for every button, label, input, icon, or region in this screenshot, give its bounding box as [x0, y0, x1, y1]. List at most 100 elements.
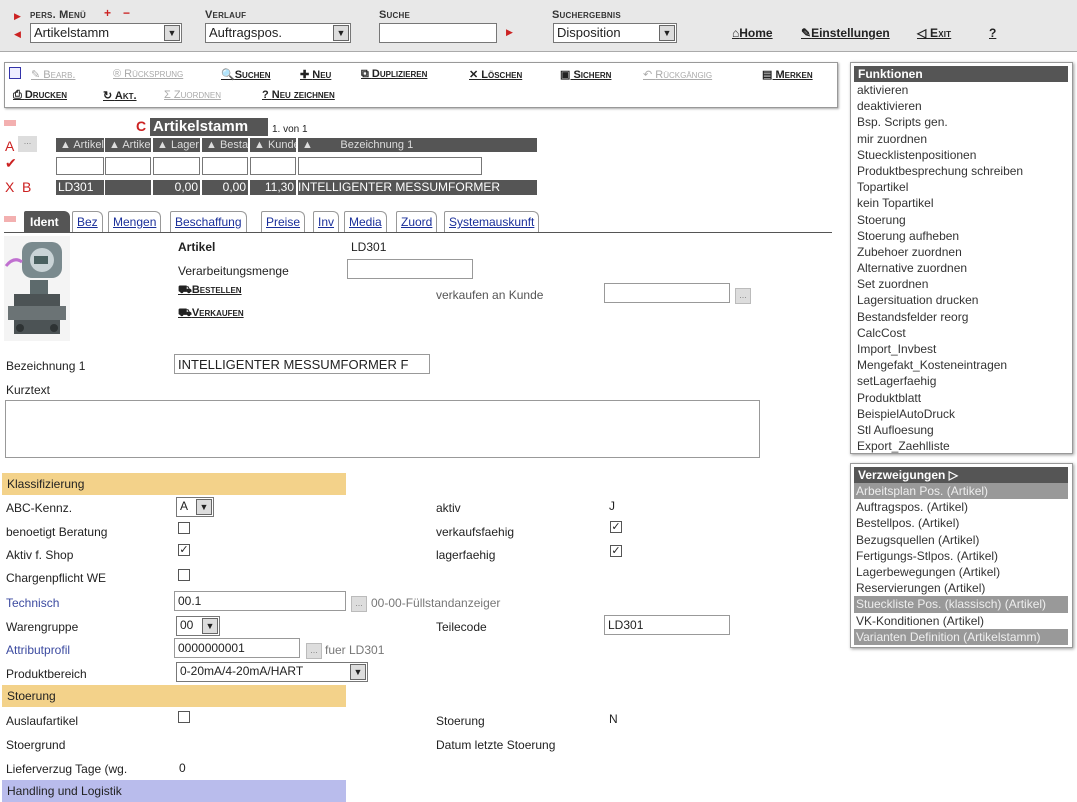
- funktion-item[interactable]: deaktivieren: [852, 98, 1072, 114]
- verzweigung-item[interactable]: Reservierungen (Artikel): [854, 580, 1068, 596]
- tab-media[interactable]: Media: [344, 211, 387, 232]
- filter-artikel2-input[interactable]: [105, 157, 151, 175]
- bearb-button[interactable]: ✎ Bearb.: [31, 68, 75, 81]
- technisch-label[interactable]: Technisch: [6, 596, 59, 610]
- tab-beschaffung[interactable]: Beschaffung: [170, 211, 247, 232]
- pers-menu-select[interactable]: Artikelstamm ▼: [30, 23, 182, 43]
- auslaufartikel-checkbox[interactable]: [178, 711, 190, 723]
- funktion-item[interactable]: Produktbesprechung schreiben: [852, 163, 1072, 179]
- funktion-item[interactable]: aktivieren: [852, 82, 1072, 98]
- bestellen-button[interactable]: ⛟Bestellen: [178, 284, 242, 298]
- funktion-item[interactable]: Produktblatt: [852, 390, 1072, 406]
- kunde-lookup-button[interactable]: ...: [735, 288, 751, 304]
- filter-lager-input[interactable]: [153, 157, 200, 175]
- funktion-item[interactable]: Set zuordnen: [852, 276, 1072, 292]
- grid-cell-bezeichnung[interactable]: INTELLIGENTER MESSUMFORMER: [298, 180, 537, 195]
- filter-bestand-input[interactable]: [202, 157, 248, 175]
- funktion-item[interactable]: setLagerfaehig: [852, 373, 1072, 389]
- grid-row-b-marker[interactable]: B: [22, 179, 31, 195]
- teilecode-input[interactable]: LD301: [604, 615, 730, 635]
- tab-bez[interactable]: Bez: [72, 211, 103, 232]
- verzweigung-item[interactable]: Stueckliste Pos. (klassisch) (Artikel): [854, 596, 1068, 613]
- verkaufen-an-kunde-input[interactable]: [604, 283, 730, 303]
- filter-bezeichnung-input[interactable]: [298, 157, 482, 175]
- funktion-item[interactable]: Stoerung: [852, 212, 1072, 228]
- produktbereich-select[interactable]: 0-20mA/4-20mA/HART ▼: [176, 662, 368, 682]
- verzweigung-item[interactable]: VK-Konditionen (Artikel): [854, 613, 1068, 629]
- filter-artikel1-input[interactable]: [56, 157, 104, 175]
- tab-systemauskunft[interactable]: Systemauskunft: [444, 211, 540, 232]
- duplizieren-button[interactable]: ⧉ Duplizieren: [361, 68, 427, 81]
- funktion-item[interactable]: Export_Zaehlliste: [852, 438, 1072, 454]
- kurztext-textarea[interactable]: [5, 400, 760, 458]
- beratung-checkbox[interactable]: [178, 522, 190, 534]
- merken-button[interactable]: ▤ Merken: [762, 68, 813, 81]
- sichern-button[interactable]: ▣ Sichern: [560, 68, 611, 81]
- technisch-lookup-button[interactable]: ...: [351, 596, 367, 612]
- next-arrow-icon[interactable]: ▶: [14, 11, 21, 22]
- remove-menu-button[interactable]: −: [123, 6, 130, 20]
- expand-icon[interactable]: ▷: [949, 468, 958, 482]
- grid-header-bezeichnung[interactable]: ▲ Bezeichnung 1: [298, 138, 537, 152]
- funktion-item[interactable]: Stuecklistenpositionen: [852, 147, 1072, 163]
- drucken-button[interactable]: ⎙ Drucken: [13, 89, 67, 102]
- funktion-item[interactable]: mir zuordnen: [852, 131, 1072, 147]
- ruecksprung-button[interactable]: ® Rücksprung: [113, 68, 183, 80]
- warengruppe-select[interactable]: 00 ▼: [176, 616, 220, 636]
- verkaufsfaehig-checkbox[interactable]: ✓: [610, 521, 622, 533]
- checkmark-icon[interactable]: ✔: [5, 155, 17, 172]
- help-link[interactable]: ?: [989, 26, 996, 40]
- abc-kennz-select[interactable]: A ▼: [176, 497, 214, 517]
- grid-row-a-marker[interactable]: A: [5, 138, 14, 154]
- add-menu-button[interactable]: +: [104, 6, 111, 20]
- verzweigung-item[interactable]: Fertigungs-Stlpos. (Artikel): [854, 548, 1068, 564]
- funktion-item[interactable]: Import_Invbest: [852, 341, 1072, 357]
- attributprofil-lookup-button[interactable]: ...: [306, 643, 322, 659]
- shop-checkbox[interactable]: ✓: [178, 544, 190, 556]
- tab-preise[interactable]: Preise: [261, 211, 306, 232]
- verarbeitungsmenge-input[interactable]: [347, 259, 473, 279]
- grid-header-lager[interactable]: ▲ Lager: [153, 138, 200, 152]
- verzweigung-item[interactable]: Arbeitsplan Pos. (Artikel): [854, 483, 1068, 500]
- verlauf-select[interactable]: Auftragspos. ▼: [205, 23, 351, 43]
- grid-header-kunde[interactable]: ▲ Kunde: [250, 138, 296, 152]
- bezeichnung1-input[interactable]: INTELLIGENTER MESSUMFORMER F: [174, 354, 430, 374]
- funktion-item[interactable]: kein Topartikel: [852, 195, 1072, 211]
- filter-kunde-input[interactable]: [250, 157, 296, 175]
- grid-cell-bestand[interactable]: 0,00: [202, 180, 248, 195]
- tab-zuord[interactable]: Zuord: [396, 211, 438, 232]
- grid-cell-artikel2[interactable]: [105, 180, 151, 195]
- verzweigung-item[interactable]: Bestellpos. (Artikel): [854, 515, 1068, 531]
- exit-link[interactable]: ◁ Exit: [917, 26, 951, 40]
- neu-zeichnen-button[interactable]: ? Neu zeichnen: [262, 89, 335, 101]
- search-input[interactable]: [379, 23, 497, 43]
- suchergebnis-select[interactable]: Disposition ▼: [553, 23, 677, 43]
- rueckgaengig-button[interactable]: ↶ Rückgängig: [643, 68, 712, 81]
- funktion-item[interactable]: Zubehoer zuordnen: [852, 244, 1072, 260]
- einstellungen-link[interactable]: ✎Einstellungen: [801, 26, 890, 40]
- edit-form-icon[interactable]: [9, 67, 21, 79]
- prev-arrow-icon[interactable]: ◀: [14, 29, 21, 40]
- lagerfaehig-checkbox[interactable]: ✓: [610, 545, 622, 557]
- verkaufen-button[interactable]: ⛟Verkaufen: [178, 307, 244, 321]
- funktion-item[interactable]: Stoerung aufheben: [852, 228, 1072, 244]
- funktion-item[interactable]: Alternative zuordnen: [852, 260, 1072, 276]
- zuordnen-button[interactable]: Σ Zuordnen: [164, 89, 221, 101]
- attributprofil-input[interactable]: 0000000001: [174, 638, 300, 658]
- collapse-icon[interactable]: [4, 120, 16, 126]
- verzweigung-item[interactable]: Auftragspos. (Artikel): [854, 499, 1068, 515]
- charge-checkbox[interactable]: [178, 569, 190, 581]
- grid-header-artikel1[interactable]: ▲ Artikel: [56, 138, 104, 152]
- akt-button[interactable]: ↻ Akt.: [103, 89, 137, 102]
- technisch-input[interactable]: 00.1: [174, 591, 346, 611]
- neu-button[interactable]: ✚ Neu: [300, 68, 331, 81]
- grid-cell-lager[interactable]: 0,00: [153, 180, 200, 195]
- grid-row-a-dots[interactable]: ...: [18, 136, 37, 152]
- funktion-item[interactable]: Bestandsfelder reorg: [852, 309, 1072, 325]
- search-go-icon[interactable]: ▶: [506, 27, 513, 38]
- tab-ident[interactable]: Ident: [24, 211, 70, 232]
- grid-cell-artikel1[interactable]: LD301: [56, 180, 104, 195]
- suchen-button[interactable]: 🔍Suchen: [221, 68, 271, 81]
- funktion-item[interactable]: CalcCost: [852, 325, 1072, 341]
- verzweigung-item[interactable]: Lagerbewegungen (Artikel): [854, 564, 1068, 580]
